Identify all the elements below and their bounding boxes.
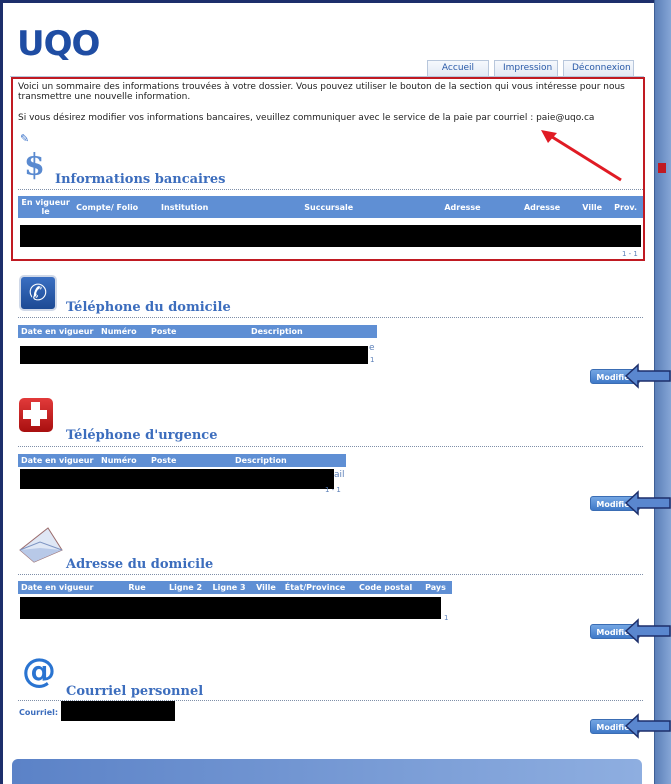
- col-numero: Numéro: [98, 325, 148, 338]
- emergency-cross-icon: [19, 398, 53, 432]
- banking-pager[interactable]: 1 - 1: [622, 250, 638, 258]
- dollar-icon: $: [24, 148, 45, 183]
- redacted-address-row: [20, 597, 441, 619]
- col-date-en-vigueur: Date en vigueur: [18, 325, 98, 338]
- col-prov: Prov.: [611, 196, 643, 218]
- banking-divider: [18, 189, 643, 190]
- emergency-phone-title: Téléphone d'urgence: [66, 428, 218, 443]
- red-arrow-annotation: [541, 130, 622, 182]
- right-scroll-strip: [654, 0, 671, 784]
- home-address-title: Adresse du domicile: [66, 557, 214, 572]
- email-label: Courriel:: [19, 708, 59, 717]
- tab-deconnexion[interactable]: Déconnexion: [563, 60, 634, 76]
- home-phone-fragment: e: [369, 343, 375, 353]
- col-ligne-3: Ligne 3: [209, 581, 254, 594]
- envelope-icon: [19, 527, 63, 563]
- intro-text: Voici un sommaire des informations trouv…: [18, 82, 625, 102]
- col-numero: Numéro: [98, 454, 148, 467]
- home-address-divider: [18, 574, 643, 575]
- col-ligne-2: Ligne 2: [166, 581, 210, 594]
- arrow-pointer-icon: [624, 618, 671, 644]
- banking-table: En vigueur le Compte/ Folio Institution …: [18, 196, 643, 218]
- home-phone-pager[interactable]: 1: [370, 356, 374, 364]
- home-phone-title: Téléphone du domicile: [66, 300, 231, 315]
- col-ville: Ville: [579, 196, 612, 218]
- col-adresse-2: Adresse: [520, 196, 580, 218]
- tab-impression[interactable]: Impression: [494, 60, 558, 76]
- tab-accueil[interactable]: Accueil: [427, 60, 489, 76]
- personal-email-title: Courriel personnel: [66, 684, 204, 699]
- col-institution: Institution: [158, 196, 302, 218]
- arrow-pointer-icon: [624, 713, 671, 739]
- col-compte-folio: Compte/ Folio: [73, 196, 159, 218]
- col-adresse-1: Adresse: [441, 196, 521, 218]
- col-description: Description: [232, 454, 346, 467]
- col-date-en-vigueur: Date en vigueur: [18, 454, 98, 467]
- col-rue: Rue: [108, 581, 166, 594]
- redacted-emergency-row: [20, 469, 334, 489]
- col-pays: Pays: [422, 581, 452, 594]
- top-tabs: Accueil Impression Déconnexion: [427, 60, 639, 76]
- cross-horizontal: [23, 410, 47, 419]
- col-code-postal: Code postal: [355, 581, 423, 594]
- emergency-phone-divider: [18, 446, 643, 447]
- col-poste: Poste: [148, 454, 232, 467]
- emergency-pager[interactable]: 1 - 1: [325, 486, 341, 494]
- arrow-pointer-icon: [624, 363, 671, 389]
- redacted-email-value: [61, 701, 175, 721]
- bank-contact-text: Si vous désirez modifier vos information…: [18, 113, 595, 123]
- red-marker: [658, 163, 666, 173]
- redacted-banking-row: [20, 225, 641, 247]
- home-address-table: Date en vigueur Rue Ligne 2 Ligne 3 Vill…: [18, 581, 452, 594]
- emergency-phone-table: Date en vigueur Numéro Poste Description: [18, 454, 346, 467]
- uqo-logo: UQO: [17, 24, 100, 64]
- redacted-home-phone-row: [20, 346, 368, 364]
- footer-bar: [12, 759, 642, 784]
- home-address-header-row: Date en vigueur Rue Ligne 2 Ligne 3 Vill…: [18, 581, 452, 594]
- col-succursale: Succursale: [301, 196, 442, 218]
- phone-icon: ✆: [19, 275, 57, 311]
- home-phone-header-row: Date en vigueur Numéro Poste Description: [18, 325, 377, 338]
- banking-header-row: En vigueur le Compte/ Folio Institution …: [18, 196, 643, 218]
- banking-title: Informations bancaires: [55, 172, 226, 187]
- edit-pencil-icon[interactable]: ✎: [20, 132, 29, 145]
- col-description: Description: [248, 325, 377, 338]
- home-phone-table: Date en vigueur Numéro Poste Description: [18, 325, 377, 338]
- at-icon: @: [22, 651, 56, 691]
- home-address-pager[interactable]: 1: [444, 614, 448, 622]
- col-poste: Poste: [148, 325, 248, 338]
- col-date-en-vigueur: Date en vigueur: [18, 581, 108, 594]
- col-ville: Ville: [253, 581, 282, 594]
- home-phone-divider: [18, 317, 643, 318]
- emergency-phone-header-row: Date en vigueur Numéro Poste Description: [18, 454, 346, 467]
- col-etat-province: État/Province: [281, 581, 356, 594]
- emergency-fragment: ail: [334, 470, 345, 480]
- arrow-pointer-icon: [624, 490, 671, 516]
- col-en-vigueur: En vigueur le: [18, 196, 74, 218]
